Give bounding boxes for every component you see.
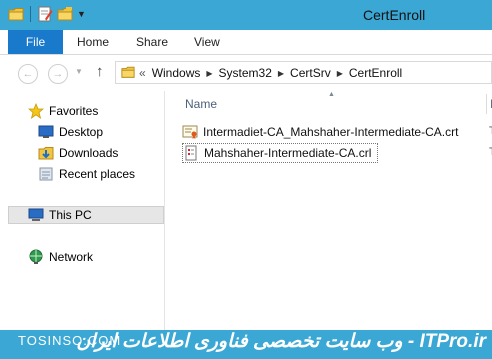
- forward-button[interactable]: →: [48, 64, 68, 84]
- address-bar[interactable]: « Windows ▶ System32 ▶ CertSrv ▶ CertEnr…: [115, 61, 492, 84]
- nav-item-desktop[interactable]: Desktop: [38, 122, 103, 142]
- desktop-icon: [38, 125, 54, 138]
- toolbar-separator: [30, 6, 31, 22]
- file-name: Mahshaher-Intermediate-CA.crl: [204, 146, 372, 160]
- quick-access-toolbar: ▼: [8, 6, 86, 22]
- downloads-folder-icon: [38, 147, 54, 160]
- tab-file[interactable]: File: [8, 30, 63, 54]
- file-row-crt[interactable]: Intermadiet-CA_Mahshaher-Intermediate-CA…: [182, 122, 458, 142]
- nav-item-label: Recent places: [59, 167, 136, 181]
- back-button[interactable]: ←: [18, 64, 38, 84]
- navigation-pane: Favorites Desktop Downloads Recent place…: [0, 91, 165, 330]
- customize-dropdown-icon[interactable]: ▼: [77, 9, 86, 19]
- tab-view[interactable]: View: [194, 30, 220, 54]
- certificate-icon: [182, 125, 198, 139]
- recent-places-icon: [39, 167, 53, 181]
- nav-item-label: Desktop: [59, 125, 104, 139]
- nav-item-label: Network: [49, 250, 94, 264]
- nav-item-label: Downloads: [59, 146, 119, 160]
- tab-home[interactable]: Home: [77, 30, 109, 54]
- column-divider[interactable]: [486, 94, 487, 114]
- watermark-bar: TOSINSO.COM ITPro.ir - وب سایت تخصصی فنا…: [0, 330, 492, 359]
- file-list: ▲ Name I Intermadiet-CA_Mahshaher-Interm…: [165, 91, 492, 330]
- file-name: Intermadiet-CA_Mahshaher-Intermediate-CA…: [203, 125, 459, 139]
- recent-locations-dropdown[interactable]: ▼: [75, 67, 83, 76]
- navigation-bar: ← → ▼ ↑ « Windows ▶ System32 ▶ CertSrv ▶…: [0, 55, 492, 91]
- folder-icon[interactable]: [8, 6, 24, 22]
- breadcrumb-system32[interactable]: System32: [219, 66, 272, 80]
- nav-item-downloads[interactable]: Downloads: [38, 143, 118, 163]
- nav-item-recent-places[interactable]: Recent places: [38, 164, 135, 184]
- nav-item-this-pc[interactable]: This PC: [28, 205, 92, 225]
- chevron-right-icon[interactable]: ▶: [206, 69, 212, 78]
- tab-share[interactable]: Share: [136, 30, 168, 54]
- file-row-crl[interactable]: Mahshaher-Intermediate-CA.crl: [182, 143, 379, 163]
- breadcrumb-certsrv[interactable]: CertSrv: [290, 66, 331, 80]
- breadcrumb: « Windows ▶ System32 ▶ CertSrv ▶ CertEnr…: [139, 66, 402, 80]
- chevron-right-icon[interactable]: ▶: [337, 69, 343, 78]
- favorites-label: Favorites: [49, 104, 99, 118]
- watermark-right: ITPro.ir - وب سایت تخصصی فناوری اطلاعات …: [76, 331, 486, 352]
- breadcrumb-windows[interactable]: Windows: [152, 66, 201, 80]
- chevron-right-icon[interactable]: ▶: [278, 69, 284, 78]
- computer-icon: [28, 208, 44, 221]
- title-bar: ▼ CertEnroll: [0, 0, 492, 30]
- network-icon: [29, 249, 43, 264]
- breadcrumb-certenroll[interactable]: CertEnroll: [349, 66, 402, 80]
- star-icon: [28, 103, 44, 119]
- explorer-window: ▼ CertEnroll File Home Share View ← → ▼ …: [0, 0, 492, 330]
- crl-file-icon: [185, 145, 197, 161]
- nav-favorites[interactable]: Favorites: [28, 101, 98, 121]
- ribbon: File Home Share View: [0, 30, 492, 55]
- column-header-name[interactable]: Name: [185, 97, 217, 111]
- window-title: CertEnroll: [363, 7, 426, 23]
- new-folder-icon[interactable]: [57, 6, 73, 22]
- folder-icon: [121, 66, 135, 78]
- breadcrumb-overflow[interactable]: «: [139, 66, 146, 80]
- nav-item-label: This PC: [49, 208, 92, 222]
- up-arrow-icon[interactable]: ↑: [96, 63, 104, 80]
- properties-icon[interactable]: [37, 6, 53, 22]
- nav-item-network[interactable]: Network: [28, 247, 93, 267]
- sort-ascending-indicator: ▲: [328, 91, 335, 98]
